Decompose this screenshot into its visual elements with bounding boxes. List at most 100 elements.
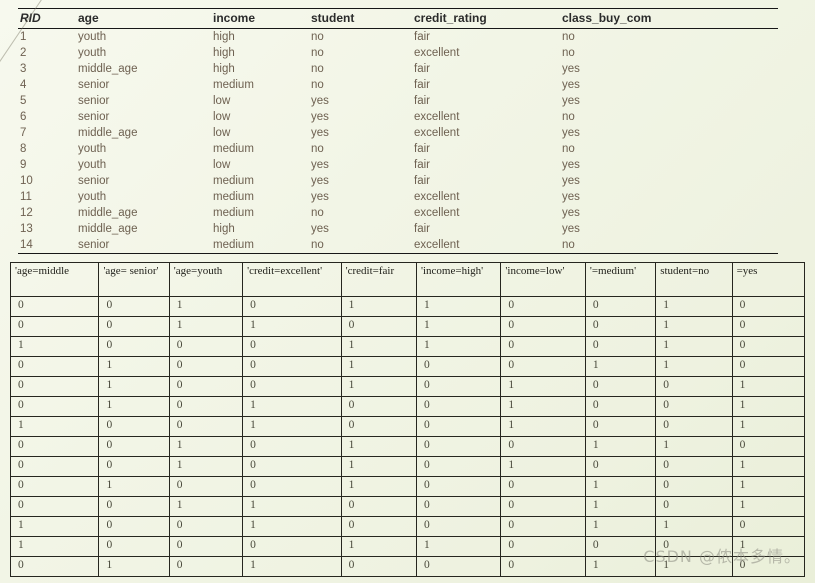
binary-cell: 0 <box>340 396 418 417</box>
table-row: 1000110001 <box>9 536 806 557</box>
column-header-rid: RID <box>18 8 76 29</box>
binary-cell: 1 <box>98 376 170 397</box>
binary-cell: 0 <box>731 336 806 357</box>
binary-cell: 0 <box>168 516 244 537</box>
binary-cell: 0 <box>242 436 342 457</box>
cell-income: high <box>213 31 235 43</box>
binary-column-header-1: 'age= senior' <box>98 262 170 297</box>
binary-cell: 0 <box>168 556 244 577</box>
cell-class-buy-com: no <box>562 111 575 123</box>
column-header-student: student <box>309 8 412 29</box>
binary-cell: 1 <box>242 516 342 537</box>
table-row: 0010100110 <box>9 436 806 457</box>
cell-student: yes <box>311 95 329 107</box>
binary-cell: 1 <box>242 416 342 437</box>
binary-cell: 0 <box>731 296 806 317</box>
cell-credit-rating: fair <box>414 175 430 187</box>
binary-cell: 0 <box>500 516 586 537</box>
binary-cell: 1 <box>9 536 100 557</box>
cell-credit-rating: fair <box>414 95 430 107</box>
binary-cell: 0 <box>500 436 586 457</box>
binary-cell: 0 <box>98 496 170 517</box>
cell-student: yes <box>311 175 329 187</box>
cell-age: youth <box>78 31 107 43</box>
binary-cell: 1 <box>731 396 806 417</box>
cell-credit-rating: fair <box>414 79 430 91</box>
binary-cell: 0 <box>584 316 657 337</box>
cell-rid: 6 <box>20 111 27 123</box>
cell-age: senior <box>78 175 110 187</box>
binary-matrix-header-row: 'age=middle'age= senior''age=youth'credi… <box>9 262 806 297</box>
binary-cell: 0 <box>500 536 586 557</box>
binary-cell: 0 <box>98 316 170 337</box>
training-table-head: RID age income student credit_rating cla… <box>18 8 778 29</box>
binary-cell: 0 <box>9 476 100 497</box>
binary-cell: 1 <box>415 296 502 317</box>
binary-cell: 1 <box>9 516 100 537</box>
cell-age: middle_age <box>78 207 138 219</box>
binary-cell: 0 <box>340 516 418 537</box>
binary-cell: 1 <box>168 456 244 477</box>
binary-cell: 0 <box>340 496 418 517</box>
cell-income: low <box>213 159 231 171</box>
binary-cell: 0 <box>415 416 502 437</box>
table-row: 13 middle_age high yes fair yes <box>18 221 778 237</box>
binary-cell: 0 <box>584 336 657 357</box>
binary-cell: 0 <box>731 556 806 577</box>
table-row: 1001001001 <box>9 416 806 437</box>
binary-cell: 0 <box>500 556 586 577</box>
binary-cell: 0 <box>415 376 502 397</box>
binary-cell: 0 <box>98 416 170 437</box>
binary-cell: 1 <box>584 356 657 377</box>
cell-student: no <box>311 207 324 219</box>
table-row: 0010101001 <box>9 456 806 477</box>
binary-cell: 0 <box>168 536 244 557</box>
cell-rid: 11 <box>20 191 32 203</box>
cell-income: high <box>213 223 235 235</box>
table-row: 9 youth low yes fair yes <box>18 157 778 173</box>
binary-cell: 1 <box>340 456 418 477</box>
binary-cell: 1 <box>340 536 418 557</box>
binary-cell: 0 <box>500 356 586 377</box>
binary-cell: 0 <box>98 296 170 317</box>
binary-cell: 0 <box>415 476 502 497</box>
cell-class-buy-com: yes <box>562 63 580 75</box>
table-row: 0010110010 <box>9 296 806 317</box>
binary-cell: 1 <box>9 336 100 357</box>
binary-column-header-8: student=no <box>655 262 733 297</box>
binary-cell: 1 <box>415 336 502 357</box>
column-header-income: income <box>211 8 309 29</box>
binary-cell: 1 <box>168 436 244 457</box>
binary-cell: 0 <box>168 376 244 397</box>
binary-cell: 0 <box>242 296 342 317</box>
binary-cell: 1 <box>584 496 657 517</box>
binary-cell: 0 <box>415 516 502 537</box>
cell-age: youth <box>78 191 107 203</box>
cell-class-buy-com: yes <box>562 159 580 171</box>
cell-age: senior <box>78 111 110 123</box>
binary-cell: 1 <box>655 516 733 537</box>
binary-cell: 1 <box>98 396 170 417</box>
cell-age: youth <box>78 47 107 59</box>
binary-cell: 0 <box>584 296 657 317</box>
binary-cell: 0 <box>242 536 342 557</box>
cell-student: yes <box>311 159 329 171</box>
binary-cell: 0 <box>415 456 502 477</box>
cell-rid: 12 <box>20 207 33 219</box>
binary-cell: 0 <box>584 396 657 417</box>
binary-cell: 0 <box>98 536 170 557</box>
binary-cell: 1 <box>500 376 586 397</box>
binary-column-header-0: 'age=middle <box>9 262 100 297</box>
binary-cell: 0 <box>655 496 733 517</box>
cell-class-buy-com: yes <box>562 79 580 91</box>
binary-cell: 0 <box>168 336 244 357</box>
cell-rid: 4 <box>20 79 27 91</box>
binary-cell: 0 <box>731 436 806 457</box>
binary-cell: 1 <box>500 456 586 477</box>
binary-cell: 0 <box>415 496 502 517</box>
binary-cell: 0 <box>340 416 418 437</box>
cell-age: senior <box>78 79 110 91</box>
table-row: 1 youth high no fair no <box>18 29 778 46</box>
table-row: 0100100110 <box>9 356 806 377</box>
binary-matrix-table-container: 'age=middle'age= senior''age=youth'credi… <box>9 262 806 577</box>
